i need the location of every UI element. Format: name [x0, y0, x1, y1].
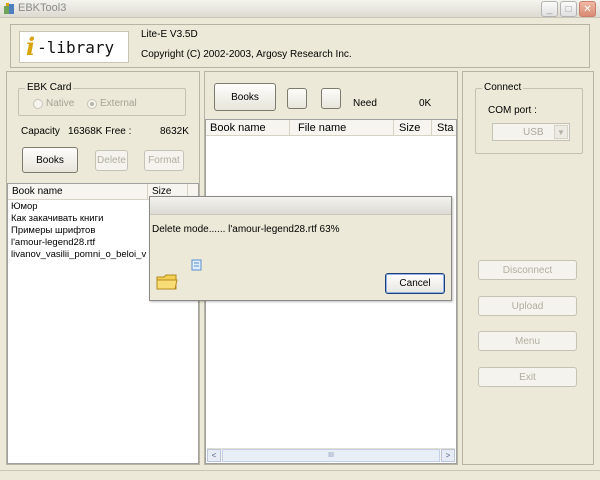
minimize-icon: _ [546, 3, 553, 15]
capacity-value: 16368K Free : [68, 126, 132, 137]
maximize-icon: □ [565, 3, 572, 15]
free-value: 8632K [160, 126, 189, 137]
ebk-books-button[interactable]: Books [22, 147, 78, 173]
close-button[interactable]: ✕ [579, 1, 596, 17]
version-label: Lite-E V3.5D [141, 29, 198, 40]
menu-button[interactable]: Menu [478, 331, 577, 351]
connect-panel: Connect COM port : USB ▼ Disconnect Uplo… [462, 71, 594, 465]
com-port-value: USB [523, 127, 544, 138]
transfer-left-button[interactable] [287, 88, 307, 109]
pc-books-button[interactable]: Books [214, 83, 276, 111]
exit-button[interactable]: Exit [478, 367, 577, 387]
delete-button[interactable]: Delete [95, 150, 128, 171]
ebk-card-group-title: EBK Card [25, 82, 74, 93]
com-port-label: COM port : [488, 105, 537, 116]
scroll-right-arrow[interactable]: > [441, 449, 455, 462]
external-radio-dot [87, 98, 97, 109]
books-app-icon [4, 3, 14, 14]
i-library-logo: i -library [19, 31, 129, 63]
header-panel: i -library Lite-E V3.5D Copyright (C) 20… [10, 24, 590, 68]
minimize-button[interactable]: _ [541, 1, 558, 17]
delete-progress-dialog: Delete mode...... l'amour-legend28.rtf 6… [149, 196, 452, 301]
cancel-button[interactable]: Cancel [385, 273, 445, 294]
col-status[interactable]: Sta [432, 120, 456, 136]
format-button[interactable]: Format [144, 150, 184, 171]
capacity-label: Capacity [21, 126, 60, 137]
external-radio-label: External [100, 98, 137, 109]
chevron-down-icon[interactable]: ▼ [554, 125, 568, 139]
upload-button[interactable]: Upload [478, 296, 577, 316]
dialog-title-bar[interactable] [150, 197, 451, 215]
delete-progress-message: Delete mode...... l'amour-legend28.rtf 6… [152, 224, 340, 235]
col-book-name[interactable]: Book name [206, 120, 290, 136]
pc-list-header: Book name File name Size Sta [206, 120, 456, 136]
scroll-thumb[interactable]: III [222, 449, 440, 462]
copyright-label: Copyright (C) 2002-2003, Argosy Research… [141, 49, 352, 60]
title-bar[interactable]: EBKTool3 _ □ ✕ [0, 0, 600, 18]
col-book-name[interactable]: Book name [8, 184, 148, 200]
logo-text: -library [37, 37, 115, 57]
need-value: 0K [419, 98, 432, 109]
native-radio-label: Native [46, 98, 75, 109]
transfer-right-button[interactable] [321, 88, 341, 109]
folder-icon [156, 274, 178, 290]
col-size[interactable]: Size [394, 120, 432, 136]
maximize-button[interactable]: □ [560, 1, 577, 17]
col-file-name[interactable]: File name [290, 120, 394, 136]
status-bar [0, 470, 600, 480]
flying-paper-icon [191, 259, 202, 271]
horizontal-scrollbar[interactable]: < III > [207, 448, 455, 462]
native-radio[interactable]: Native [33, 98, 74, 109]
close-icon: ✕ [583, 3, 592, 15]
connect-group: Connect COM port : USB ▼ [475, 82, 583, 154]
disconnect-button[interactable]: Disconnect [478, 260, 577, 280]
external-radio[interactable]: External [87, 98, 137, 109]
ebk-card-group: EBK Card Native External [18, 82, 186, 116]
connect-group-title: Connect [482, 82, 524, 93]
need-label: Need [353, 98, 377, 109]
logo-i-letter: i [26, 32, 36, 61]
app-window: EBKTool3 _ □ ✕ i -library Lite-E V3.5D C… [0, 0, 600, 480]
scroll-left-arrow[interactable]: < [207, 449, 221, 462]
window-title: EBKTool3 [18, 2, 67, 14]
native-radio-dot [33, 98, 43, 109]
com-port-select[interactable]: USB ▼ [492, 123, 570, 141]
